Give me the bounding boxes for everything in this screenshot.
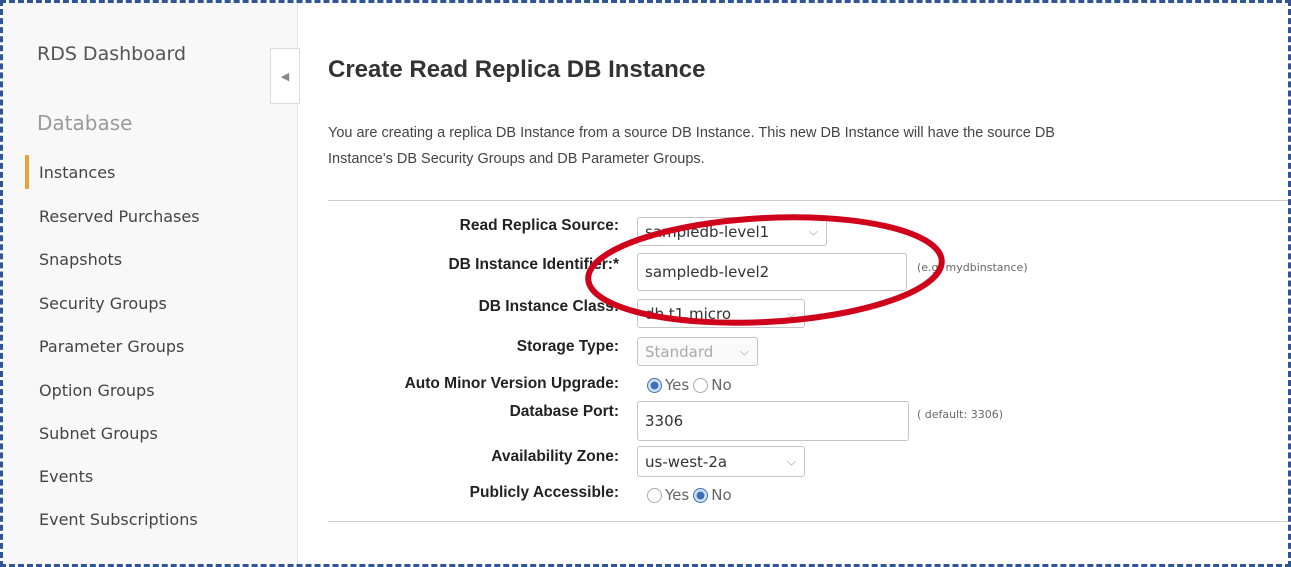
publicly-accessible-label: Publicly Accessible: (469, 484, 619, 501)
availability-zone-label: Availability Zone: (491, 448, 619, 465)
publicly-accessible-yes-radio[interactable] (647, 487, 662, 503)
form-top-divider (328, 200, 1288, 201)
chevron-down-icon: ⌵ (739, 344, 749, 358)
db-instance-class-value: db.t1.micro (645, 304, 732, 323)
read-replica-source-label: Read Replica Source: (459, 217, 619, 234)
form-bottom-divider (328, 521, 1288, 522)
auto-minor-version-upgrade-options: Yes No (647, 376, 736, 394)
chevron-left-icon: ◀ (280, 69, 290, 83)
auto-minor-upgrade-no-label: No (711, 376, 732, 394)
description-line-1: You are creating a replica DB Instance f… (328, 125, 1055, 141)
auto-minor-upgrade-yes-radio[interactable] (647, 377, 662, 393)
sidebar-item-instances[interactable]: Instances (39, 163, 115, 182)
database-port-label: Database Port: (509, 403, 619, 420)
publicly-accessible-no-label: No (711, 486, 732, 504)
storage-type-select[interactable]: Standard ⌵ (637, 337, 758, 366)
description-line-2: Instance's DB Security Groups and DB Par… (328, 151, 705, 167)
availability-zone-select[interactable]: us-west-2a ⌵ (637, 446, 805, 477)
sidebar-item-event-subscriptions[interactable]: Event Subscriptions (39, 510, 198, 529)
chevron-down-icon: ⌵ (786, 454, 796, 468)
db-instance-identifier-label: DB Instance Identifier:* (448, 256, 619, 273)
publicly-accessible-no-radio[interactable] (693, 487, 709, 503)
storage-type-label: Storage Type: (516, 338, 619, 355)
sidebar: RDS Dashboard Database Instances Reserve… (3, 3, 298, 564)
sidebar-item-subnet-groups[interactable]: Subnet Groups (39, 424, 158, 443)
sidebar-collapse-button[interactable]: ◀ (270, 48, 300, 104)
availability-zone-value: us-west-2a (645, 452, 728, 471)
sidebar-item-snapshots[interactable]: Snapshots (39, 250, 122, 269)
sidebar-item-events[interactable]: Events (39, 467, 93, 486)
database-port-hint: ( default: 3306) (917, 408, 1003, 421)
sidebar-item-security-groups[interactable]: Security Groups (39, 294, 167, 313)
publicly-accessible-options: Yes No (647, 486, 736, 504)
sidebar-item-reserved-purchases[interactable]: Reserved Purchases (39, 207, 200, 226)
page-description: You are creating a replica DB Instance f… (328, 120, 1288, 172)
db-instance-identifier-hint: (e.g. mydbinstance) (917, 261, 1028, 274)
db-instance-class-select[interactable]: db.t1.micro ⌵ (637, 299, 805, 328)
sidebar-title[interactable]: RDS Dashboard (37, 43, 186, 65)
page-title: Create Read Replica DB Instance (328, 56, 706, 83)
auto-minor-upgrade-no-radio[interactable] (693, 377, 709, 393)
active-item-marker (25, 155, 29, 189)
storage-type-value: Standard (645, 342, 714, 361)
db-instance-class-label: DB Instance Class: (478, 298, 619, 315)
read-replica-source-value: sampledb-level1 (645, 222, 770, 241)
publicly-accessible-yes-label: Yes (665, 486, 690, 504)
sidebar-item-parameter-groups[interactable]: Parameter Groups (39, 337, 184, 356)
database-port-input[interactable]: 3306 (637, 401, 909, 441)
auto-minor-version-upgrade-label: Auto Minor Version Upgrade: (404, 375, 619, 392)
db-instance-identifier-value: sampledb-level2 (645, 263, 770, 281)
read-replica-source-select[interactable]: sampledb-level1 ⌵ (637, 217, 827, 246)
sidebar-section-database: Database (37, 111, 133, 135)
db-instance-identifier-input[interactable]: sampledb-level2 (637, 253, 907, 291)
database-port-value: 3306 (645, 412, 684, 430)
auto-minor-upgrade-yes-label: Yes (665, 376, 690, 394)
chevron-down-icon: ⌵ (786, 306, 796, 320)
main-content: Create Read Replica DB Instance You are … (297, 3, 1288, 564)
chevron-down-icon: ⌵ (808, 224, 818, 238)
sidebar-item-option-groups[interactable]: Option Groups (39, 381, 155, 400)
